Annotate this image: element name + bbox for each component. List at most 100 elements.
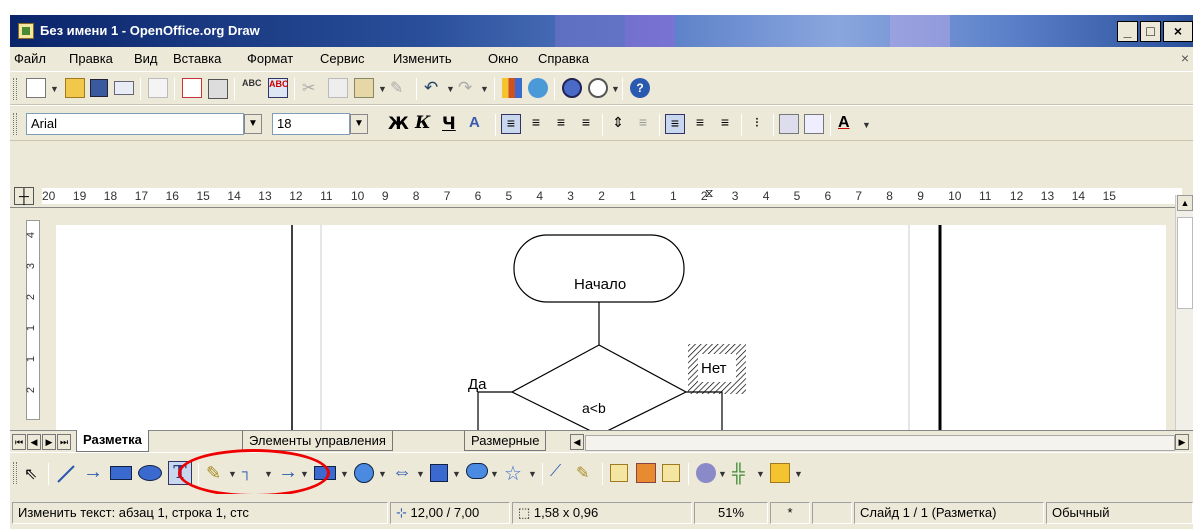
menu-view[interactable]: Вид	[134, 51, 158, 66]
open-folder-icon[interactable]	[65, 78, 85, 98]
restore-button[interactable]: □	[1140, 21, 1161, 42]
menu-insert[interactable]: Вставка	[173, 51, 221, 66]
menu-edit[interactable]: Правка	[69, 51, 113, 66]
vertical-ruler[interactable]: 4 3 2 1 1 2	[22, 208, 46, 430]
rectangle-icon[interactable]	[110, 466, 132, 480]
cut-icon[interactable]: ✂	[302, 78, 322, 98]
font-size-dropdown-icon[interactable]: ▼	[350, 114, 368, 134]
zoom-level[interactable]: 51%	[694, 502, 768, 524]
bullets-icon[interactable]: ⁝	[747, 114, 767, 134]
shadow-icon[interactable]: A	[469, 114, 489, 134]
font-name-dropdown-icon[interactable]: ▼	[244, 114, 262, 134]
next-tab-icon[interactable]: ▶	[42, 434, 56, 450]
flowchart-shapes-icon[interactable]	[430, 464, 448, 482]
first-tab-icon[interactable]: ⏮	[12, 434, 26, 450]
points-icon[interactable]: ⟋	[550, 463, 570, 483]
toolbar-grip[interactable]	[13, 78, 17, 100]
symbol-shapes-icon[interactable]	[354, 463, 374, 483]
block-arrows-icon[interactable]: ⇔	[392, 461, 412, 483]
toolbar-grip[interactable]	[13, 113, 17, 135]
dropdown-arrow-icon[interactable]: ▼	[794, 469, 803, 479]
yes-label[interactable]: Да	[468, 376, 487, 393]
underline-button[interactable]: Ч	[442, 114, 456, 134]
dropdown-arrow-icon[interactable]: ▼	[452, 469, 461, 479]
scroll-up-icon[interactable]: ▲	[1177, 195, 1193, 211]
paragraph-spacing-icon[interactable]: ≡	[633, 114, 653, 134]
scroll-right-icon[interactable]: ▶	[1175, 434, 1189, 450]
navigator-icon[interactable]	[562, 78, 582, 98]
copy-icon[interactable]	[328, 78, 348, 98]
ruler-origin-icon[interactable]: ┼	[14, 187, 34, 205]
drawing-canvas[interactable]: Начало a<b Да Нет	[56, 225, 1166, 436]
dropdown-arrow-icon[interactable]: ▼	[611, 84, 620, 94]
redo-icon[interactable]: ↷	[458, 78, 478, 98]
bold-button[interactable]: Ж	[388, 114, 409, 134]
menu-file[interactable]: Файл	[14, 51, 46, 66]
italic-button[interactable]: К	[415, 113, 430, 133]
dropdown-arrow-icon[interactable]: ▼	[480, 84, 489, 94]
arrange-icon[interactable]	[770, 463, 790, 483]
clone-formatting-icon[interactable]: ✎	[390, 78, 410, 98]
character-icon[interactable]	[779, 114, 799, 134]
vertical-align-bottom-icon[interactable]: ≡	[715, 114, 735, 134]
dropdown-arrow-icon[interactable]: ▼	[50, 84, 59, 94]
font-name-field[interactable]: Arial	[26, 113, 244, 135]
line-icon[interactable]	[56, 464, 76, 484]
flowchart[interactable]	[56, 225, 1166, 436]
last-tab-icon[interactable]: ⏭	[57, 434, 71, 450]
align-center-icon[interactable]: ≡	[526, 114, 546, 134]
toolbar-grip[interactable]	[13, 462, 17, 484]
undo-icon[interactable]: ↶	[424, 78, 444, 98]
select-arrow-icon[interactable]: ⇖	[24, 464, 44, 484]
ruler-indent-icon[interactable]: ⧖	[705, 186, 715, 206]
autospellcheck-icon[interactable]: ABC	[268, 78, 289, 98]
scroll-thumb[interactable]	[1177, 217, 1193, 309]
zoom-icon[interactable]	[588, 78, 608, 98]
export-pdf-icon[interactable]	[182, 78, 202, 98]
dropdown-arrow-icon[interactable]: ▼	[416, 469, 425, 479]
email-icon[interactable]	[114, 81, 134, 95]
arrow-line-icon[interactable]: →	[83, 461, 103, 483]
horizontal-scrollbar[interactable]	[585, 435, 1175, 451]
tab-layout[interactable]: Разметка	[76, 430, 149, 452]
title-bar[interactable]: Без имени 1 - OpenOffice.org Draw _ □ ×	[10, 15, 1193, 47]
save-icon[interactable]	[90, 79, 108, 97]
from-file-icon[interactable]	[636, 463, 656, 483]
align-left-icon[interactable]: ≡	[501, 114, 521, 134]
dropdown-arrow-icon[interactable]: ▼	[340, 469, 349, 479]
vertical-align-top-icon[interactable]: ≡	[665, 114, 685, 134]
dropdown-arrow-icon[interactable]: ▼	[378, 469, 387, 479]
font-color-icon[interactable]: A	[838, 114, 858, 134]
vertical-align-center-icon[interactable]: ≡	[690, 114, 710, 134]
extrusion-icon[interactable]	[696, 463, 716, 483]
font-size-field[interactable]: 18	[272, 113, 350, 135]
scroll-left-icon[interactable]: ◀	[570, 434, 584, 450]
gallery-drawbar-icon[interactable]	[662, 464, 680, 482]
dropdown-arrow-icon[interactable]: ▼	[490, 469, 499, 479]
ellipse-icon[interactable]	[138, 465, 162, 481]
paragraph-icon[interactable]	[804, 114, 824, 134]
dropdown-arrow-icon[interactable]: ▼	[718, 469, 727, 479]
paste-icon[interactable]	[354, 78, 374, 98]
fontwork-icon[interactable]	[610, 464, 628, 482]
dropdown-arrow-icon[interactable]: ▼	[528, 469, 537, 479]
line-spacing-icon[interactable]: ⇕	[608, 114, 628, 134]
no-label[interactable]: Нет	[701, 360, 727, 377]
menu-window[interactable]: Окно	[488, 51, 518, 66]
dropdown-arrow-icon[interactable]: ▼	[378, 84, 387, 94]
prev-tab-icon[interactable]: ◀	[27, 434, 41, 450]
print-icon[interactable]	[208, 79, 228, 99]
menu-help[interactable]: Справка	[538, 51, 589, 66]
stars-icon[interactable]: ☆	[504, 461, 524, 485]
menu-tools[interactable]: Сервис	[320, 51, 365, 66]
new-document-icon[interactable]	[26, 78, 46, 98]
callouts-icon[interactable]	[466, 463, 488, 479]
menu-format[interactable]: Формат	[247, 51, 293, 66]
chart-icon[interactable]	[502, 78, 522, 98]
tab-controls[interactable]: Элементы управления	[242, 431, 393, 451]
menu-modify[interactable]: Изменить	[393, 51, 452, 66]
minimize-button[interactable]: _	[1117, 21, 1138, 42]
spellcheck-icon[interactable]: ABC	[242, 78, 262, 98]
align-right-icon[interactable]: ≡	[551, 114, 571, 134]
condition-label[interactable]: a<b	[582, 400, 606, 416]
